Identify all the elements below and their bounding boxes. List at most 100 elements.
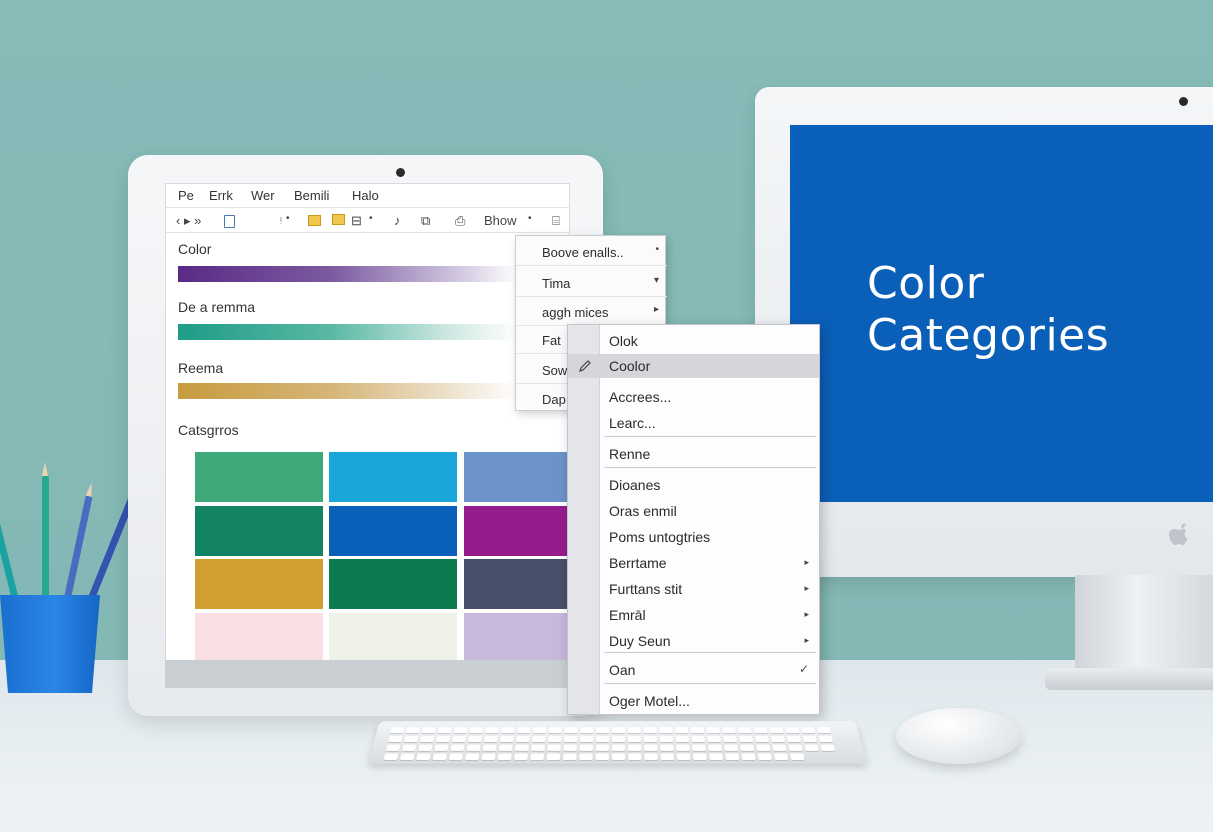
chevron-down-icon[interactable]: •	[286, 213, 290, 224]
row-label: Reema	[178, 360, 224, 376]
menu-item[interactable]: Emrāl ▸	[568, 603, 819, 627]
keyboard-key	[692, 753, 707, 760]
keyboard-key	[802, 735, 817, 742]
teal-gradient-bar[interactable]	[178, 324, 518, 340]
keyboard-key	[416, 753, 431, 760]
keyboard-key	[579, 753, 593, 760]
webcam-icon	[396, 168, 405, 177]
keyboard-key	[773, 753, 789, 760]
keyboard-key	[468, 735, 482, 742]
color-swatch[interactable]	[464, 613, 569, 663]
keyboard-key	[448, 753, 464, 760]
menu-item[interactable]: Renne	[568, 442, 819, 466]
keyboard-key	[690, 727, 705, 734]
print-icon[interactable]: ⎙	[455, 213, 465, 229]
copy-icon[interactable]	[308, 215, 321, 226]
menu-item[interactable]: Duy Seun ▸	[568, 629, 819, 653]
menu-item[interactable]: Olok	[568, 329, 819, 353]
keyboard-key	[563, 744, 577, 751]
keyboard-key	[785, 727, 800, 734]
pencil-cup	[0, 595, 100, 693]
menu-item[interactable]: aggh mices ▸	[516, 296, 667, 326]
keyboard-key	[481, 753, 496, 760]
show-label[interactable]: Bhow	[484, 213, 517, 228]
nav-buttons[interactable]: ‹ ▸ »	[176, 213, 201, 229]
keyboard-key	[753, 727, 768, 734]
color-swatch[interactable]	[329, 506, 457, 556]
keyboard-key	[548, 735, 562, 742]
menu-item-selected[interactable]: Coolor	[568, 354, 819, 378]
keyboard-key	[659, 735, 673, 742]
menu-item[interactable]: Wer	[251, 188, 275, 203]
menu-item[interactable]: Errk	[209, 188, 233, 203]
color-swatch[interactable]	[329, 452, 457, 502]
keyboard-key	[515, 744, 529, 751]
menu-item[interactable]: Furttans stit ▸	[568, 577, 819, 601]
color-swatch[interactable]	[464, 506, 569, 556]
color-swatch[interactable]	[195, 506, 323, 556]
keyboard-key	[676, 744, 690, 751]
color-swatch[interactable]	[464, 452, 569, 502]
toolbar: ‹ ▸ » ᵎ • ⊟ • ♪ ⧉ ⎙ Bhow • ⌸	[166, 209, 569, 233]
menu-item[interactable]: Oan ✓	[568, 658, 819, 682]
chevron-down-icon[interactable]: •	[528, 213, 532, 224]
keyboard-key	[580, 727, 594, 734]
chevron-right-icon: ▸	[804, 635, 809, 645]
color-swatch[interactable]	[195, 559, 323, 609]
keyboard-key	[722, 727, 736, 734]
menu-item[interactable]: Pe	[178, 188, 194, 203]
color-swatch[interactable]	[195, 452, 323, 502]
menu-separator	[604, 652, 816, 653]
keyboard-key	[418, 744, 433, 751]
menu-item[interactable]: Dioanes	[568, 473, 819, 497]
keyboard-key	[450, 744, 465, 751]
webcam-icon	[1179, 97, 1188, 106]
image-icon[interactable]: ⧉	[421, 213, 430, 229]
color-gradient-bar[interactable]	[178, 266, 518, 282]
menu-item[interactable]: Poms untogtries	[568, 525, 819, 549]
menu-item[interactable]: Accrees...	[568, 385, 819, 409]
menu-bar: Pe Errk Wer Bemili Halo	[166, 184, 569, 208]
settings-icon[interactable]: ⌸	[552, 213, 560, 229]
menu-item[interactable]: Halo	[352, 188, 379, 203]
keyboard-key	[707, 735, 721, 742]
folder-icon[interactable]	[332, 214, 345, 225]
document-icon[interactable]	[224, 215, 235, 228]
keyboard-key	[706, 727, 721, 734]
menu-item[interactable]: Learc...	[568, 411, 819, 435]
keyboard-key	[804, 744, 819, 751]
keyboard-key	[739, 735, 753, 742]
color-swatch[interactable]	[329, 559, 457, 609]
keyboard-key	[772, 744, 787, 751]
color-swatch[interactable]	[195, 613, 323, 663]
keyboard-key	[660, 753, 675, 760]
page-title: Color Categories	[867, 258, 1207, 362]
keyboard-key	[390, 727, 405, 734]
pin-icon[interactable]: ᵎ	[280, 213, 282, 228]
save-icon[interactable]: ⊟	[351, 213, 362, 229]
keyboard-key	[692, 744, 706, 751]
brush-icon[interactable]: ♪	[394, 213, 401, 228]
keyboard-key	[816, 727, 831, 734]
menu-item[interactable]: Boove enalls.. •	[516, 236, 667, 266]
keyboard-key	[755, 735, 769, 742]
menu-item[interactable]: Oger Motel...	[568, 689, 819, 713]
color-swatch[interactable]	[464, 559, 569, 609]
menu-item[interactable]: Oras enmil	[568, 499, 819, 523]
keyboard-key	[723, 735, 737, 742]
keyboard-key	[818, 735, 833, 742]
gold-gradient-bar[interactable]	[178, 383, 518, 399]
keyboard-key	[738, 727, 752, 734]
menu-item[interactable]: Tima ▾	[516, 267, 667, 297]
keyboard-key	[546, 753, 561, 760]
keyboard-key	[401, 744, 417, 751]
keyboard-key	[579, 744, 593, 751]
context-menu: Olok Coolor Accrees... Learc... Renne Di…	[567, 324, 820, 715]
chevron-down-icon[interactable]: •	[369, 213, 373, 224]
keyboard-key	[437, 727, 452, 734]
menu-item[interactable]: Berrtame ▸	[568, 551, 819, 575]
keyboard-key	[628, 753, 642, 760]
menu-item[interactable]: Bemili	[294, 188, 329, 203]
color-swatch[interactable]	[329, 613, 457, 663]
keyboard-key	[420, 735, 435, 742]
